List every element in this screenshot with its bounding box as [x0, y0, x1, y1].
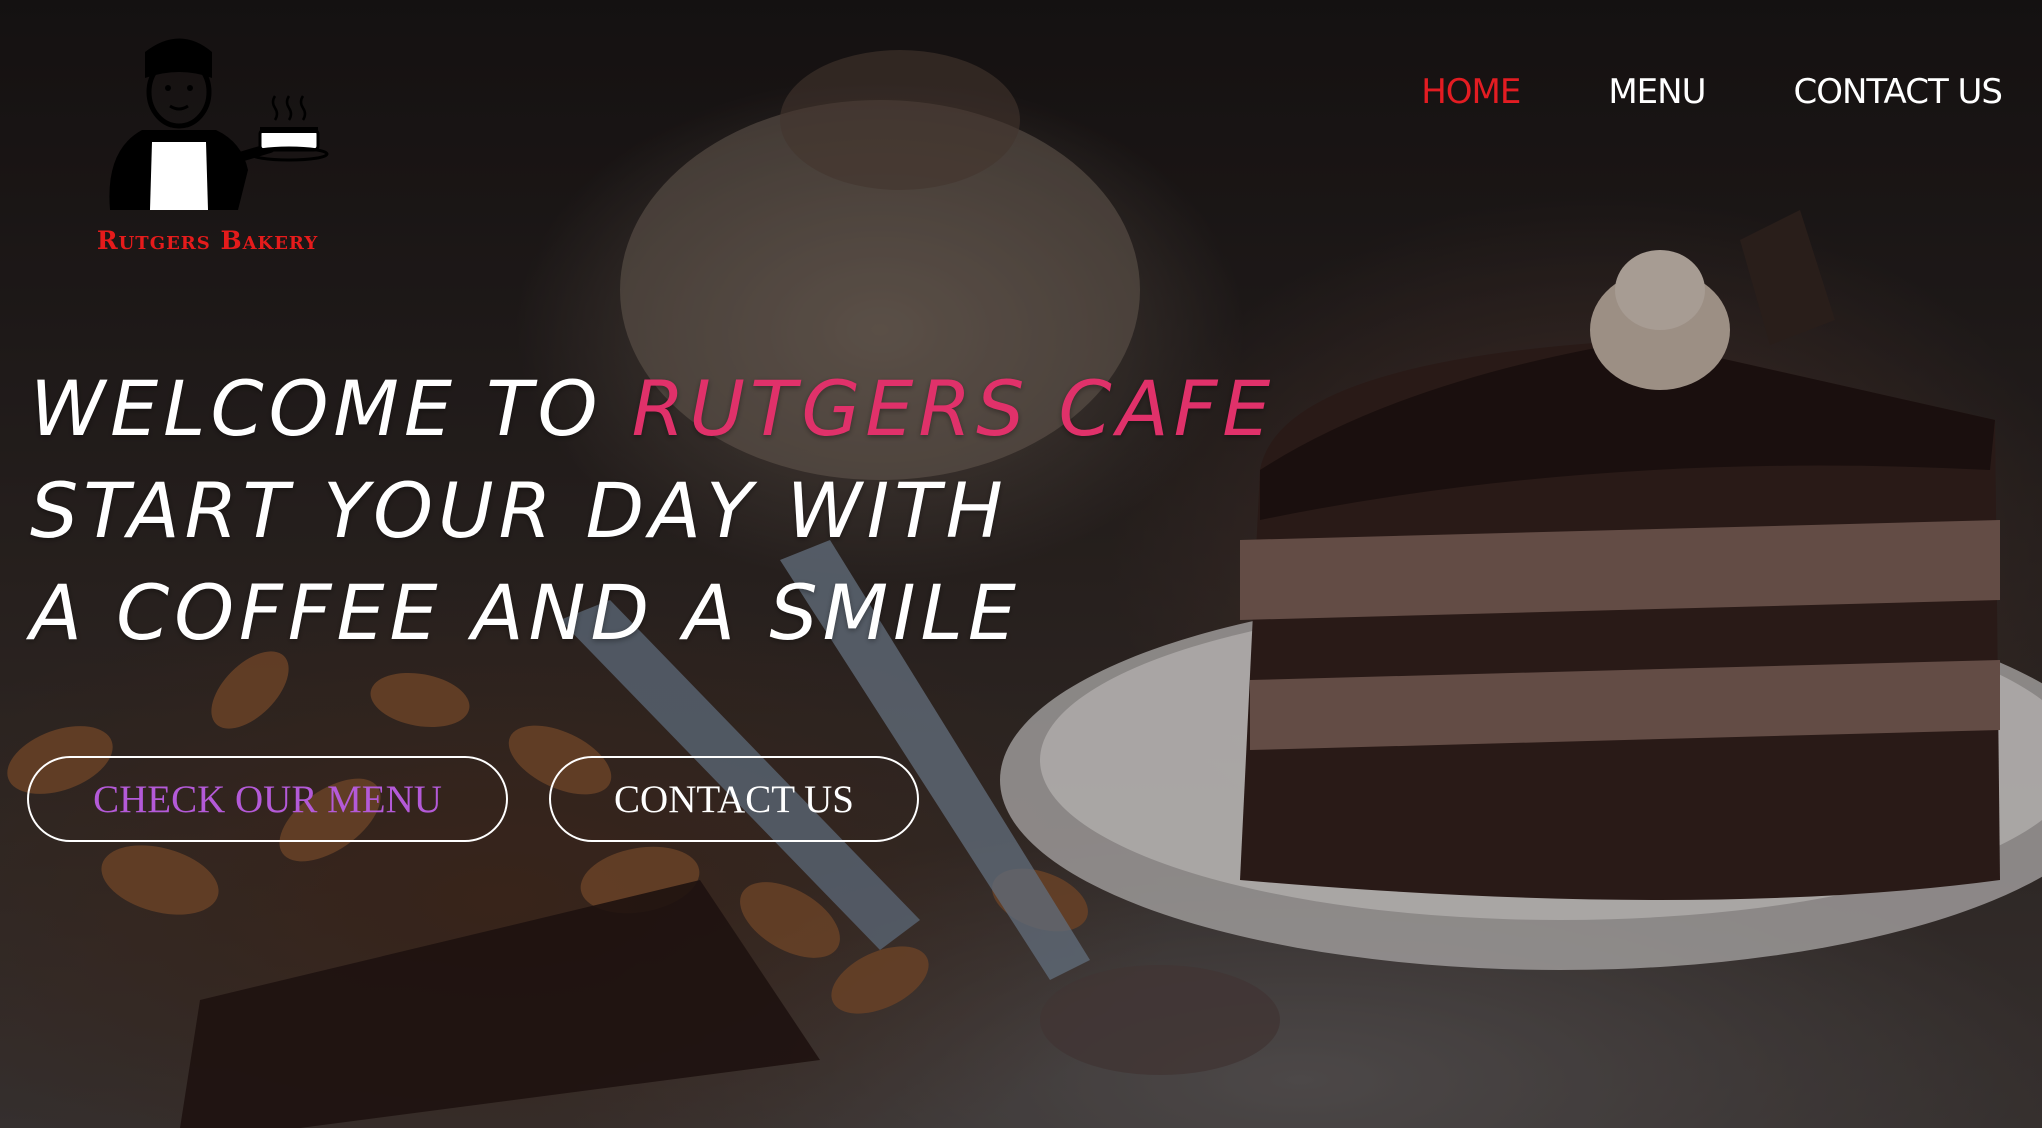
brand-logo[interactable]: Rutgers Bakery	[70, 30, 345, 260]
headline-welcome: WELCOME TO	[30, 364, 603, 453]
nav-menu[interactable]: MENU	[1608, 72, 1706, 112]
brand-name: Rutgers Bakery	[96, 226, 319, 255]
nav-contact-us[interactable]: CONTACT US	[1793, 72, 2003, 112]
nav-home[interactable]: HOME	[1421, 72, 1521, 112]
headline-line-3: A COFFEE AND A SMILE	[30, 568, 1021, 657]
headline-brand-accent: RUTGERS CAFE	[631, 364, 1276, 453]
check-menu-button[interactable]: CHECK OUR MENU	[27, 756, 508, 842]
headline-line-1: WELCOME TO RUTGERS CAFE	[30, 358, 1275, 460]
hero-section: Rutgers Bakery HOME MENU CONTACT US WELC…	[0, 0, 2042, 1128]
hero-headline: WELCOME TO RUTGERS CAFE START YOUR DAY W…	[30, 358, 1275, 664]
chef-logo-icon	[109, 38, 329, 210]
contact-us-button[interactable]: CONTACT US	[549, 756, 919, 842]
main-nav: HOME MENU CONTACT US	[1421, 72, 2003, 112]
headline-line-2: START YOUR DAY WITH	[30, 466, 1008, 555]
cake-icon	[249, 95, 329, 162]
